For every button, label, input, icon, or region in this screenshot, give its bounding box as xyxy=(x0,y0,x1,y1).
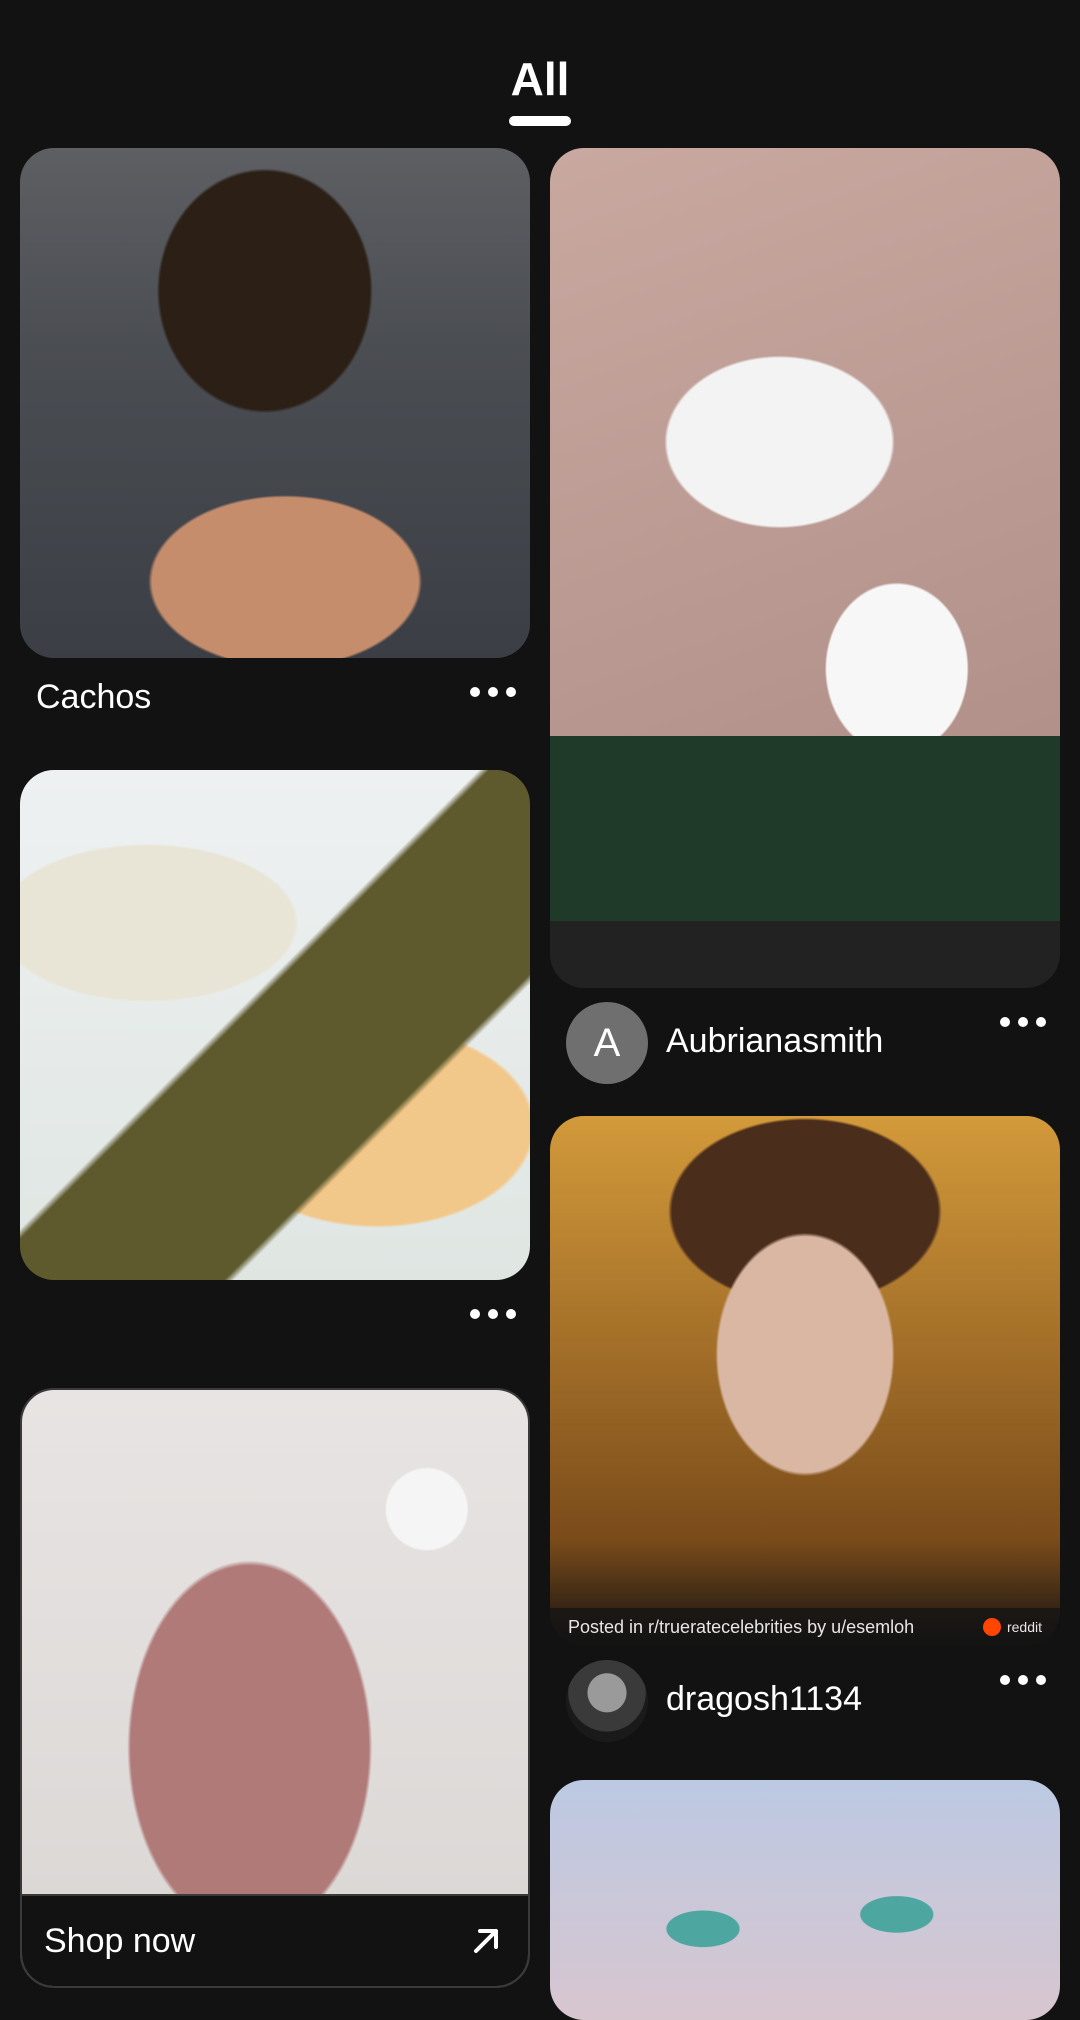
pin-image[interactable] xyxy=(20,770,530,1280)
caption-text: Posted in r/trueratecelebrities by u/ese… xyxy=(568,1616,915,1637)
more-options-icon[interactable] xyxy=(470,1304,516,1324)
pin-meta xyxy=(20,1280,530,1380)
pin-image[interactable]: Posted in r/trueratecelebrities by u/ese… xyxy=(550,1116,1060,1646)
right-column: A Aubrianasmith Posted in r/trueratecele… xyxy=(550,148,1060,2020)
pin-title[interactable]: Cachos xyxy=(36,678,151,717)
left-column: Cachos Shop now xyxy=(20,148,530,1988)
arrow-up-right-icon[interactable] xyxy=(466,1921,506,1961)
tab-bar: All xyxy=(0,0,1080,140)
promoted-pin-image[interactable]: Shop now xyxy=(20,1388,530,1988)
reddit-brand: reddit xyxy=(982,1618,1042,1636)
pin-card[interactable]: Posted in r/trueratecelebrities by u/ese… xyxy=(550,1116,1060,1780)
pin-username[interactable]: Aubrianasmith xyxy=(666,1022,883,1061)
more-options-icon[interactable] xyxy=(1000,1012,1046,1032)
avatar[interactable] xyxy=(566,1660,648,1742)
pin-image[interactable] xyxy=(550,1780,1060,2020)
pin-card[interactable] xyxy=(20,770,530,1380)
pin-card[interactable]: A Aubrianasmith xyxy=(550,148,1060,1116)
brand-label: reddit xyxy=(1006,1619,1042,1635)
pin-username[interactable]: dragosh1134 xyxy=(666,1680,862,1719)
pin-card[interactable]: Cachos xyxy=(20,148,530,758)
pin-meta: dragosh1134 xyxy=(550,1646,1060,1780)
more-options-icon[interactable] xyxy=(1000,1670,1046,1690)
pin-card[interactable] xyxy=(550,1780,1060,2020)
pin-image[interactable] xyxy=(550,148,1060,988)
tab-active-indicator xyxy=(509,116,571,126)
promoted-pin-card[interactable]: Shop now xyxy=(20,1388,530,1988)
pin-meta: Cachos xyxy=(20,658,530,758)
pin-image[interactable] xyxy=(20,148,530,658)
tab-all[interactable]: All xyxy=(492,52,588,106)
avatar[interactable]: A xyxy=(566,1002,648,1084)
shop-now-bar[interactable]: Shop now xyxy=(22,1894,528,1986)
image-caption: Posted in r/trueratecelebrities by u/ese… xyxy=(550,1608,1060,1646)
reddit-icon xyxy=(982,1618,1001,1636)
pin-meta: A Aubrianasmith xyxy=(550,988,1060,1116)
shop-now-label[interactable]: Shop now xyxy=(44,1922,195,1961)
more-options-icon[interactable] xyxy=(470,682,516,702)
